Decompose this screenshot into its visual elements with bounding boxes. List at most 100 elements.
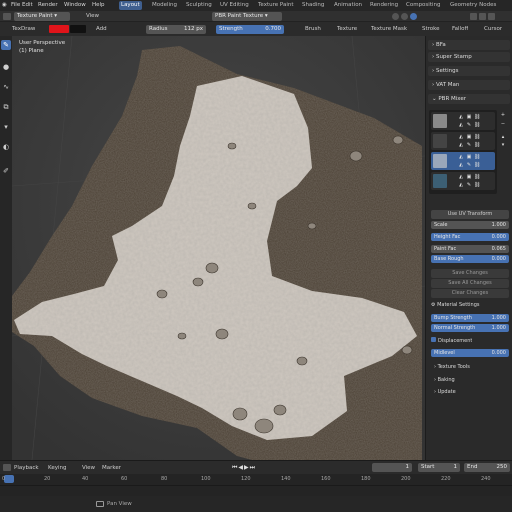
save-changes-button[interactable]: Save Changes (431, 269, 509, 278)
brush-icon[interactable]: ✎ (466, 182, 472, 188)
triangle-icon[interactable]: ◭ (458, 114, 464, 120)
keying-menu[interactable]: Keying (48, 465, 66, 471)
draw-tool-icon[interactable]: ✎ (1, 40, 11, 50)
bump-strength-field[interactable]: Bump Strength 1.000 (431, 314, 509, 322)
overlay-icons[interactable] (470, 13, 510, 20)
smear-tool-icon[interactable]: ∿ (1, 82, 11, 92)
midlevel-field[interactable]: Midlevel 0.000 (431, 349, 509, 357)
mask-icon[interactable]: ▣ (466, 134, 472, 140)
link-icon[interactable]: ⛓ (474, 182, 480, 188)
triangle-icon[interactable]: ◭ (458, 174, 464, 180)
annotate-tool-icon[interactable]: ✐ (1, 166, 11, 176)
baking-subsection[interactable]: › Baking (434, 377, 455, 383)
soften-tool-icon[interactable]: ● (1, 62, 11, 72)
triangle-icon[interactable]: ◭ (458, 162, 464, 168)
stroke-menu[interactable]: Stroke (422, 26, 440, 32)
mode-select[interactable]: Texture Paint ▾ (14, 12, 70, 21)
blend-mode-select[interactable]: Add (96, 26, 107, 32)
paint-fac-field[interactable]: Paint Fac 0.065 (431, 245, 509, 253)
brush-name[interactable]: TexDraw (12, 26, 35, 32)
section-vat-man[interactable]: › VAT Man (428, 80, 510, 90)
use-uv-transform-button[interactable]: Use UV Transform (431, 210, 509, 219)
primary-color-swatch[interactable] (49, 25, 69, 33)
link-icon[interactable]: ⛓ (474, 154, 480, 160)
clear-changes-button[interactable]: Clear Changes (431, 289, 509, 298)
editor-type-icon[interactable] (3, 13, 11, 20)
cursor-menu[interactable]: Cursor (484, 26, 502, 32)
tab-modeling[interactable]: Modeling (150, 1, 179, 10)
menu-file[interactable]: File (11, 2, 20, 8)
triangle-icon[interactable]: ◭ (458, 154, 464, 160)
scale-field[interactable]: Scale 1.000 (431, 221, 509, 229)
add-layer-icon[interactable]: + (500, 112, 506, 118)
link-icon[interactable]: ⛓ (474, 142, 480, 148)
brush-icon[interactable]: ✎ (466, 122, 472, 128)
triangle-icon[interactable]: ◭ (458, 134, 464, 140)
update-subsection[interactable]: › Update (434, 389, 456, 395)
menu-render[interactable]: Render (38, 2, 58, 8)
texture-slot-select[interactable]: PBR Paint Texture ▾ (212, 12, 282, 21)
mask-tool-icon[interactable]: ◐ (1, 142, 11, 152)
save-all-changes-button[interactable]: Save All Changes (431, 279, 509, 288)
section-settings[interactable]: › Settings (428, 66, 510, 76)
playhead[interactable] (4, 475, 14, 483)
list-item[interactable]: ◭ ▣ ⛓ ◭ ✎ ⛓ (431, 172, 495, 190)
triangle-icon[interactable]: ◭ (458, 122, 464, 128)
timeline-track[interactable]: 0 20 40 60 80 100 120 140 160 180 200 22… (0, 474, 512, 496)
radius-field[interactable]: Radius 112 px (146, 25, 206, 34)
mask-icon[interactable]: ▣ (466, 114, 472, 120)
material-settings-header[interactable]: ⚙ Material Settings (431, 302, 480, 308)
tab-uv-editing[interactable]: UV Editing (218, 1, 251, 10)
section-pbr-mixer[interactable]: ⌄ PBR Mixer (428, 94, 510, 104)
editor-type-icon[interactable] (3, 464, 11, 471)
marker-menu[interactable]: Marker (102, 465, 121, 471)
normal-strength-field[interactable]: Normal Strength 1.000 (431, 324, 509, 332)
timeline-view-menu[interactable]: View (82, 465, 95, 471)
link-icon[interactable]: ⛓ (474, 162, 480, 168)
tab-animation[interactable]: Animation (332, 1, 364, 10)
link-icon[interactable]: ⛓ (474, 174, 480, 180)
tab-texture-paint[interactable]: Texture Paint (256, 1, 296, 10)
fill-tool-icon[interactable]: ▾ (1, 122, 11, 132)
current-frame-field[interactable]: 1 (372, 463, 412, 472)
list-item[interactable]: ◭ ▣ ⛓ ◭ ✎ ⛓ (431, 132, 495, 150)
menu-window[interactable]: Window (64, 2, 86, 8)
link-icon[interactable]: ⛓ (474, 134, 480, 140)
remove-layer-icon[interactable]: − (500, 121, 506, 127)
brush-icon[interactable]: ✎ (466, 162, 472, 168)
link-icon[interactable]: ⛓ (474, 114, 480, 120)
list-item[interactable]: ◭ ▣ ⛓ ◭ ✎ ⛓ (431, 112, 495, 130)
menu-view[interactable]: View (86, 13, 99, 19)
triangle-icon[interactable]: ◭ (458, 182, 464, 188)
mask-icon[interactable]: ▣ (466, 154, 472, 160)
tab-rendering[interactable]: Rendering (368, 1, 400, 10)
blender-logo-icon[interactable]: ◉ (2, 2, 7, 8)
menu-edit[interactable]: Edit (22, 2, 33, 8)
falloff-menu[interactable]: Falloff (452, 26, 468, 32)
secondary-color-swatch[interactable] (70, 25, 86, 33)
list-item[interactable]: ◭ ▣ ⛓ ◭ ✎ ⛓ (431, 152, 495, 170)
mask-icon[interactable]: ▣ (466, 174, 472, 180)
playback-menu[interactable]: Playback (14, 465, 39, 471)
viewport-shading-icons[interactable] (392, 13, 432, 20)
tab-geometry-nodes[interactable]: Geometry Nodes (448, 1, 498, 10)
end-frame-field[interactable]: End 250 (464, 463, 510, 472)
tab-compositing[interactable]: Compositing (404, 1, 442, 10)
tab-layout[interactable]: Layout (119, 1, 142, 10)
move-up-icon[interactable]: ▴ (500, 134, 506, 140)
base-rough-field[interactable]: Base Rough 0.000 (431, 255, 509, 263)
playback-controls[interactable]: ⏮◀▶⏭ (232, 464, 292, 472)
move-down-icon[interactable]: ▾ (500, 142, 506, 148)
triangle-icon[interactable]: ◭ (458, 142, 464, 148)
section-super-stamp[interactable]: › Super Stamp (428, 52, 510, 62)
displacement-checkbox[interactable]: Displacement (431, 337, 472, 344)
clone-tool-icon[interactable]: ⧉ (1, 102, 11, 112)
brush-icon[interactable]: ✎ (466, 142, 472, 148)
tab-shading[interactable]: Shading (300, 1, 326, 10)
link-icon[interactable]: ⛓ (474, 122, 480, 128)
height-fac-field[interactable]: Height Fac 0.000 (431, 233, 509, 241)
section-bfa[interactable]: › BFa (428, 40, 510, 50)
brush-menu[interactable]: Brush (305, 26, 321, 32)
texture-tools-subsection[interactable]: › Texture Tools (434, 364, 470, 370)
texture-mask-menu[interactable]: Texture Mask (371, 26, 407, 32)
